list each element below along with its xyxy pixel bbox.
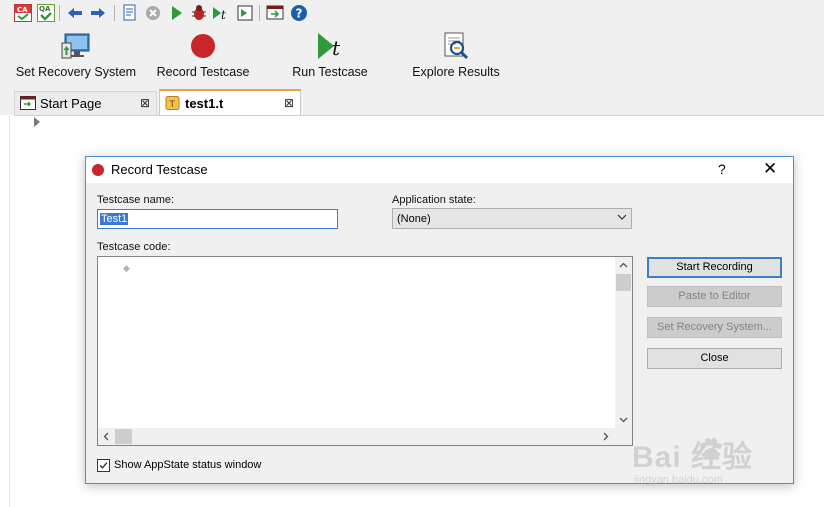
tab-start-page-label: Start Page bbox=[40, 96, 102, 111]
testcase-code-label: Testcase code: bbox=[97, 241, 171, 253]
testcase-name-label: Testcase name: bbox=[97, 194, 175, 206]
watermark-text: Bai 经验 bbox=[632, 441, 754, 474]
dialog-title: Record Testcase bbox=[111, 162, 208, 177]
record-testcase-label: Record Testcase bbox=[156, 65, 250, 79]
monitor-recovery-icon bbox=[61, 33, 90, 59]
svg-text:?: ? bbox=[296, 7, 303, 21]
set-recovery-system-label: Set Recovery System bbox=[15, 65, 137, 79]
scroll-right-icon[interactable] bbox=[601, 432, 610, 441]
svg-text:CA: CA bbox=[17, 6, 28, 14]
close-tab-icon[interactable]: ⊠ bbox=[140, 96, 150, 110]
show-appstate-label: Show AppState status window bbox=[114, 459, 262, 471]
scroll-down-icon[interactable] bbox=[619, 415, 628, 424]
record-icon bbox=[191, 34, 215, 58]
scroll-up-icon[interactable] bbox=[619, 261, 628, 270]
explore-results-label: Explore Results bbox=[412, 65, 500, 79]
left-panel-edge bbox=[0, 115, 10, 507]
svg-text:t: t bbox=[221, 8, 226, 22]
tab-test1[interactable]: T test1.t ⊠ bbox=[159, 89, 301, 115]
help-icon[interactable]: ? bbox=[290, 4, 308, 22]
debug-icon[interactable] bbox=[190, 4, 208, 22]
horizontal-scroll-thumb[interactable] bbox=[115, 429, 132, 444]
svg-text:T: T bbox=[169, 100, 176, 110]
new-doc-icon[interactable] bbox=[121, 4, 139, 22]
close-tab-icon[interactable]: ⊠ bbox=[284, 96, 294, 110]
record-icon bbox=[92, 164, 104, 176]
ca-icon[interactable]: CA bbox=[14, 4, 32, 22]
horizontal-scrollbar[interactable] bbox=[98, 428, 615, 445]
dialog-title-bar: Record Testcase ? ✕ bbox=[86, 157, 793, 183]
ribbon: Set Recovery System Record Testcase t Ru… bbox=[0, 27, 824, 89]
start-page-icon bbox=[20, 96, 36, 110]
application-state-label: Application state: bbox=[392, 194, 476, 206]
help-button[interactable]: ? bbox=[718, 161, 726, 177]
back-icon[interactable] bbox=[66, 4, 84, 22]
svg-text:t: t bbox=[332, 36, 341, 60]
run-testcase-icon[interactable]: t bbox=[212, 4, 230, 22]
testcase-name-value: Test1 bbox=[100, 213, 129, 225]
tab-start-page[interactable]: Start Page ⊠ bbox=[14, 91, 157, 115]
editor-tab-strip: Start Page ⊠ T test1.t ⊠ bbox=[0, 89, 824, 115]
set-recovery-system-dialog-button[interactable]: Set Recovery System... bbox=[647, 317, 782, 338]
application-state-value: (None) bbox=[397, 213, 431, 225]
close-dialog-button[interactable]: ✕ bbox=[763, 159, 777, 179]
run-testcase-label: Run Testcase bbox=[292, 65, 368, 79]
expand-arrow-icon[interactable] bbox=[34, 117, 40, 127]
tab-test1-label: test1.t bbox=[185, 96, 224, 111]
paste-to-editor-button[interactable]: Paste to Editor bbox=[647, 286, 782, 307]
testscript-file-icon: T bbox=[165, 96, 180, 110]
start-recording-button[interactable]: Start Recording bbox=[647, 257, 782, 278]
run-testcase-button[interactable]: t Run Testcase bbox=[288, 29, 372, 85]
vertical-scroll-thumb[interactable] bbox=[616, 274, 631, 291]
baidu-watermark: Bai 经验 jingyan.baidu.com bbox=[628, 430, 818, 492]
close-button[interactable]: Close bbox=[647, 348, 782, 369]
forward-icon[interactable] bbox=[89, 4, 107, 22]
scroll-left-icon[interactable] bbox=[102, 432, 111, 441]
stop-icon[interactable] bbox=[144, 4, 162, 22]
explore-icon[interactable] bbox=[236, 4, 254, 22]
export-icon[interactable] bbox=[266, 4, 284, 22]
qa-icon[interactable]: QA bbox=[37, 4, 55, 22]
testcase-name-input[interactable] bbox=[97, 209, 338, 229]
quick-toolbar: CA QA t ? bbox=[0, 0, 824, 27]
vertical-scrollbar[interactable] bbox=[615, 257, 632, 429]
code-bullet-marker: ◆ bbox=[123, 263, 130, 273]
explore-results-icon bbox=[444, 32, 469, 60]
run-icon[interactable] bbox=[167, 4, 185, 22]
set-recovery-system-button[interactable]: Set Recovery System bbox=[14, 29, 138, 85]
explore-results-button[interactable]: Explore Results bbox=[408, 29, 504, 85]
testcase-code-area[interactable]: ◆ bbox=[97, 256, 633, 446]
watermark-url: jingyan.baidu.com bbox=[634, 474, 723, 486]
paw-icon bbox=[700, 438, 722, 460]
svg-text:QA: QA bbox=[39, 5, 51, 13]
chevron-down-icon bbox=[617, 214, 627, 220]
record-testcase-button[interactable]: Record Testcase bbox=[152, 29, 254, 85]
show-appstate-checkbox[interactable] bbox=[97, 459, 110, 472]
application-state-select[interactable]: (None) bbox=[392, 208, 632, 229]
run-testcase-icon: t bbox=[318, 33, 341, 60]
